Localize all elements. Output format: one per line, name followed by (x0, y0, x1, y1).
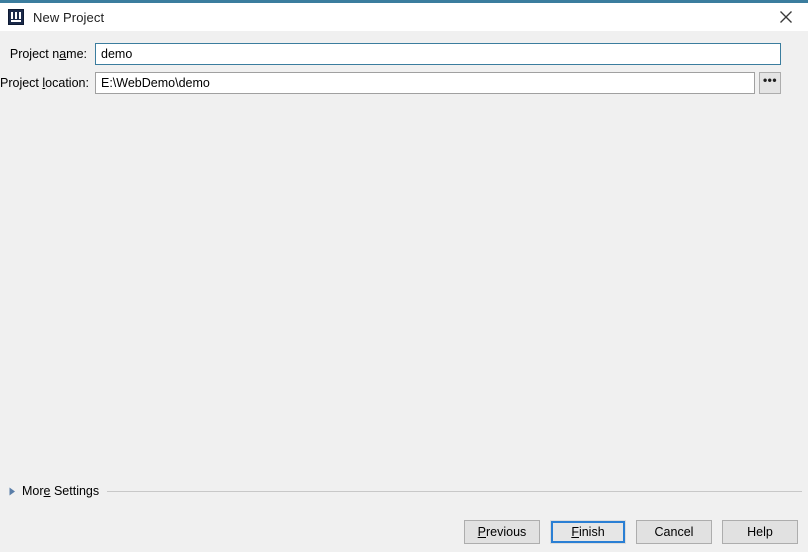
dialog-button-bar: Previous Finish Cancel Help (0, 520, 808, 552)
more-settings-divider (107, 490, 802, 492)
dialog-title: New Project (33, 9, 105, 25)
browse-location-button[interactable]: ••• (759, 72, 781, 94)
dialog-titlebar: New Project (0, 3, 808, 31)
intellij-idea-icon (8, 9, 24, 25)
new-project-dialog: New Project Project name: Project locati… (0, 0, 808, 552)
ellipsis-icon: ••• (762, 73, 778, 87)
project-form: Project name: Project location: ••• (0, 31, 808, 101)
project-name-input[interactable] (95, 43, 781, 65)
project-location-label: Project location: (0, 76, 89, 90)
project-name-row: Project name: (0, 43, 808, 65)
help-button[interactable]: Help (722, 520, 798, 544)
project-name-label: Project name: (9, 47, 87, 61)
chevron-right-icon[interactable] (8, 486, 17, 497)
close-icon[interactable] (764, 3, 808, 31)
project-location-row: Project location: ••• (0, 72, 808, 94)
more-settings-label[interactable]: More Settings (22, 484, 99, 498)
previous-button[interactable]: Previous (464, 520, 540, 544)
project-location-input[interactable] (95, 72, 755, 94)
cancel-button[interactable]: Cancel (636, 520, 712, 544)
dialog-body-empty-area (0, 101, 808, 482)
more-settings-section[interactable]: More Settings (0, 482, 808, 500)
finish-button[interactable]: Finish (550, 520, 626, 544)
